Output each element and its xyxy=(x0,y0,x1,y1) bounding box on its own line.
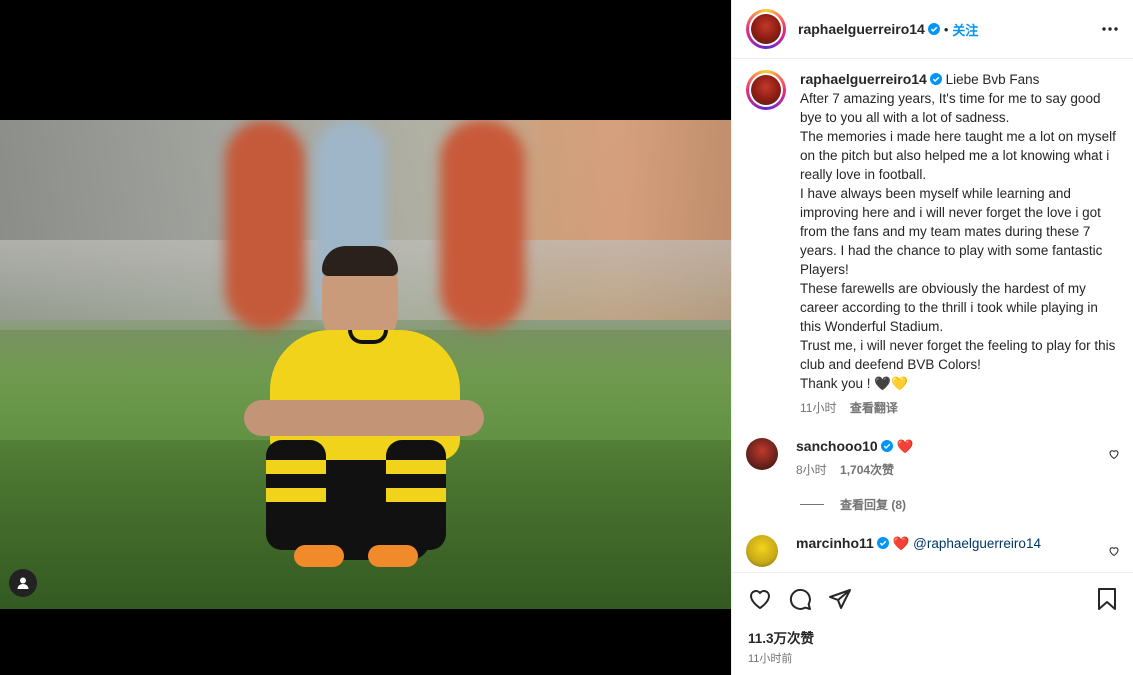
photo-blurred-figure xyxy=(440,120,525,330)
comment-likes[interactable]: 1,704次赞 xyxy=(840,463,894,477)
commenter-username[interactable]: sanchooo10 xyxy=(796,438,878,454)
post-details-panel: raphaelguerreiro14 • 关注 raphaelguerreiro… xyxy=(731,0,1133,675)
caption-line: Trust me, i will never forget the feelin… xyxy=(800,338,1116,372)
comment-button[interactable] xyxy=(788,587,812,611)
heart-outline-icon xyxy=(1109,547,1119,557)
caption: raphaelguerreiro14 Liebe Bvb Fans After … xyxy=(746,70,1120,418)
comment-icon xyxy=(789,588,811,610)
player-arms xyxy=(244,400,484,436)
commenter-username[interactable]: marcinho11 xyxy=(796,535,874,551)
comment-item: sanchooo10 ❤️ 8小时 1,704次赞 xyxy=(746,438,1120,478)
caption-line: These farewells are obviously the hardes… xyxy=(800,281,1098,334)
caption-line: Liebe Bvb Fans xyxy=(945,72,1040,87)
send-icon xyxy=(829,589,851,609)
caption-text: raphaelguerreiro14 Liebe Bvb Fans After … xyxy=(800,70,1120,418)
share-button[interactable] xyxy=(828,587,852,611)
photo-blurred-figure xyxy=(225,120,305,330)
comments-section[interactable]: raphaelguerreiro14 Liebe Bvb Fans After … xyxy=(732,60,1133,572)
follow-button[interactable]: 关注 xyxy=(952,20,978,39)
caption-username[interactable]: raphaelguerreiro14 xyxy=(800,71,927,87)
more-options-button[interactable] xyxy=(1101,26,1119,32)
verified-badge-icon xyxy=(876,537,889,549)
caption-line: After 7 amazing years, It's time for me … xyxy=(800,91,1101,125)
heart-icon xyxy=(750,590,770,609)
heart-outline-icon xyxy=(1109,450,1119,460)
save-button[interactable] xyxy=(1096,587,1118,611)
post-header: raphaelguerreiro14 • 关注 xyxy=(732,0,1133,59)
like-button[interactable] xyxy=(748,587,772,611)
verified-badge-icon xyxy=(927,23,940,35)
verified-badge-icon xyxy=(929,73,942,85)
bookmark-icon xyxy=(1098,588,1116,610)
comment-like-button[interactable] xyxy=(1108,545,1120,560)
caption-time: 11小时 xyxy=(800,401,837,415)
post-media-pane xyxy=(0,0,731,675)
comment-item: marcinho11 ❤️ @raphaelguerreiro14 xyxy=(746,535,1120,567)
caption-author-avatar[interactable] xyxy=(746,70,786,110)
post-like-count[interactable]: 11.3万次赞 xyxy=(748,627,1118,647)
player-leg-right xyxy=(386,440,446,550)
comment-mention[interactable]: @raphaelguerreiro14 xyxy=(913,536,1041,551)
post-timestamp: 11小时前 xyxy=(748,653,793,665)
verified-badge-icon xyxy=(880,440,893,452)
author-avatar[interactable] xyxy=(746,9,786,49)
commenter-avatar[interactable] xyxy=(746,535,778,567)
player-shoe-right xyxy=(368,545,418,567)
caption-line: Thank you ! 🖤💛 xyxy=(800,376,908,391)
header-separator: • xyxy=(943,21,949,37)
author-username[interactable]: raphaelguerreiro14 xyxy=(798,21,925,37)
player-leg-left xyxy=(266,440,326,550)
user-icon xyxy=(17,577,29,589)
comment-text: ❤️ xyxy=(896,439,914,454)
player-hair xyxy=(322,246,398,276)
tagged-users-button[interactable] xyxy=(9,569,37,597)
player-shoe-left xyxy=(294,545,344,567)
comment-like-button[interactable] xyxy=(1108,448,1120,463)
caption-line: The memories i made here taught me a lot… xyxy=(800,129,1116,182)
view-replies-label: 查看回复 (8) xyxy=(840,498,907,512)
more-dots-icon xyxy=(1102,27,1118,31)
comment-text: ❤️ xyxy=(892,536,910,551)
translate-link[interactable]: 查看翻译 xyxy=(850,401,898,415)
view-replies-button[interactable]: 查看回复 (8) xyxy=(800,496,1120,513)
post-actions: 11.3万次赞 11小时前 xyxy=(732,572,1133,675)
caption-line: I have always been myself while learning… xyxy=(800,186,1103,277)
commenter-avatar[interactable] xyxy=(746,438,778,470)
comment-time: 8小时 xyxy=(796,463,827,477)
